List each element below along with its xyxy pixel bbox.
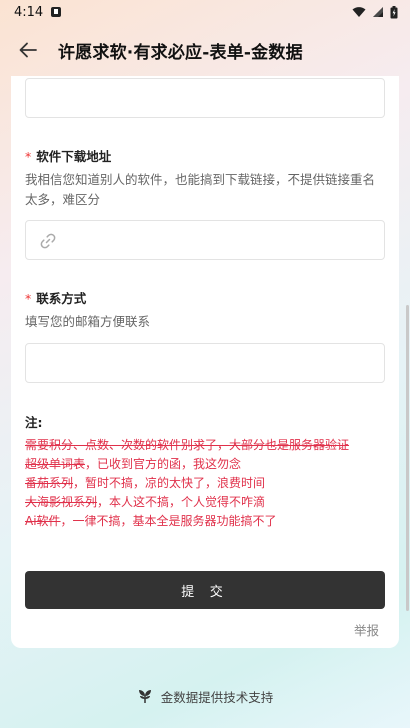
notification-icon	[51, 7, 62, 17]
note-line: 超级单词表，已收到官方的函，我这勿念	[25, 457, 242, 471]
form-card: * 软件下载地址 我相信您知道别人的软件，也能搞到下载链接，不提供链接重名太多，难…	[11, 76, 399, 648]
previous-field-input[interactable]	[25, 78, 385, 118]
note-line: 番茄系列，暂时不搞，凉的太快了，浪费时间	[25, 476, 266, 490]
link-icon	[40, 233, 56, 249]
note-line: 需要积分、点数、次数的软件别求了，大部分也是服务器验证	[25, 438, 350, 452]
arrow-left-icon	[19, 42, 37, 58]
back-button[interactable]	[8, 30, 48, 70]
footer-text: 金数据提供技术支持	[160, 689, 274, 705]
status-icons	[352, 5, 398, 19]
submit-button[interactable]: 提 交	[25, 571, 385, 609]
status-bar: 4:14	[0, 0, 410, 24]
signal-icon	[373, 7, 383, 17]
jinshuju-logo-icon	[138, 690, 151, 703]
download-url-label-text: 软件下载地址	[36, 149, 112, 164]
contact-label: * 联系方式	[25, 288, 86, 307]
app-header: 许愿求软·有求必应-表单-金数据	[0, 28, 410, 72]
battery-icon	[390, 5, 398, 18]
note-line: 大海影视系列，本人这不搞，个人觉得不咋滴	[25, 495, 266, 509]
download-url-label: * 软件下载地址	[25, 146, 111, 165]
footer: 金数据提供技术支持	[0, 686, 410, 706]
notes-list: 需要积分、点数、次数的软件别求了，大部分也是服务器验证 超级单词表，已收到官方的…	[25, 436, 385, 531]
download-url-description: 我相信您知道别人的软件，也能搞到下载链接，不提供链接重名太多，难区分	[25, 172, 376, 207]
wifi-icon	[352, 7, 366, 17]
report-link[interactable]: 举报	[354, 620, 379, 639]
contact-description: 填写您的邮箱方便联系	[25, 314, 151, 329]
scrollbar[interactable]	[406, 305, 409, 611]
required-marker: *	[25, 291, 32, 306]
status-time: 4:14	[14, 4, 44, 20]
download-url-input[interactable]	[25, 220, 385, 260]
required-marker: *	[25, 149, 32, 164]
note-title: 注:	[25, 415, 43, 430]
contact-input[interactable]	[25, 343, 385, 383]
page-title: 许愿求软·有求必应-表单-金数据	[58, 42, 303, 63]
note-line: Ai软件，一律不搞，基本全是服务器功能搞不了	[25, 514, 277, 528]
contact-label-text: 联系方式	[36, 291, 87, 306]
